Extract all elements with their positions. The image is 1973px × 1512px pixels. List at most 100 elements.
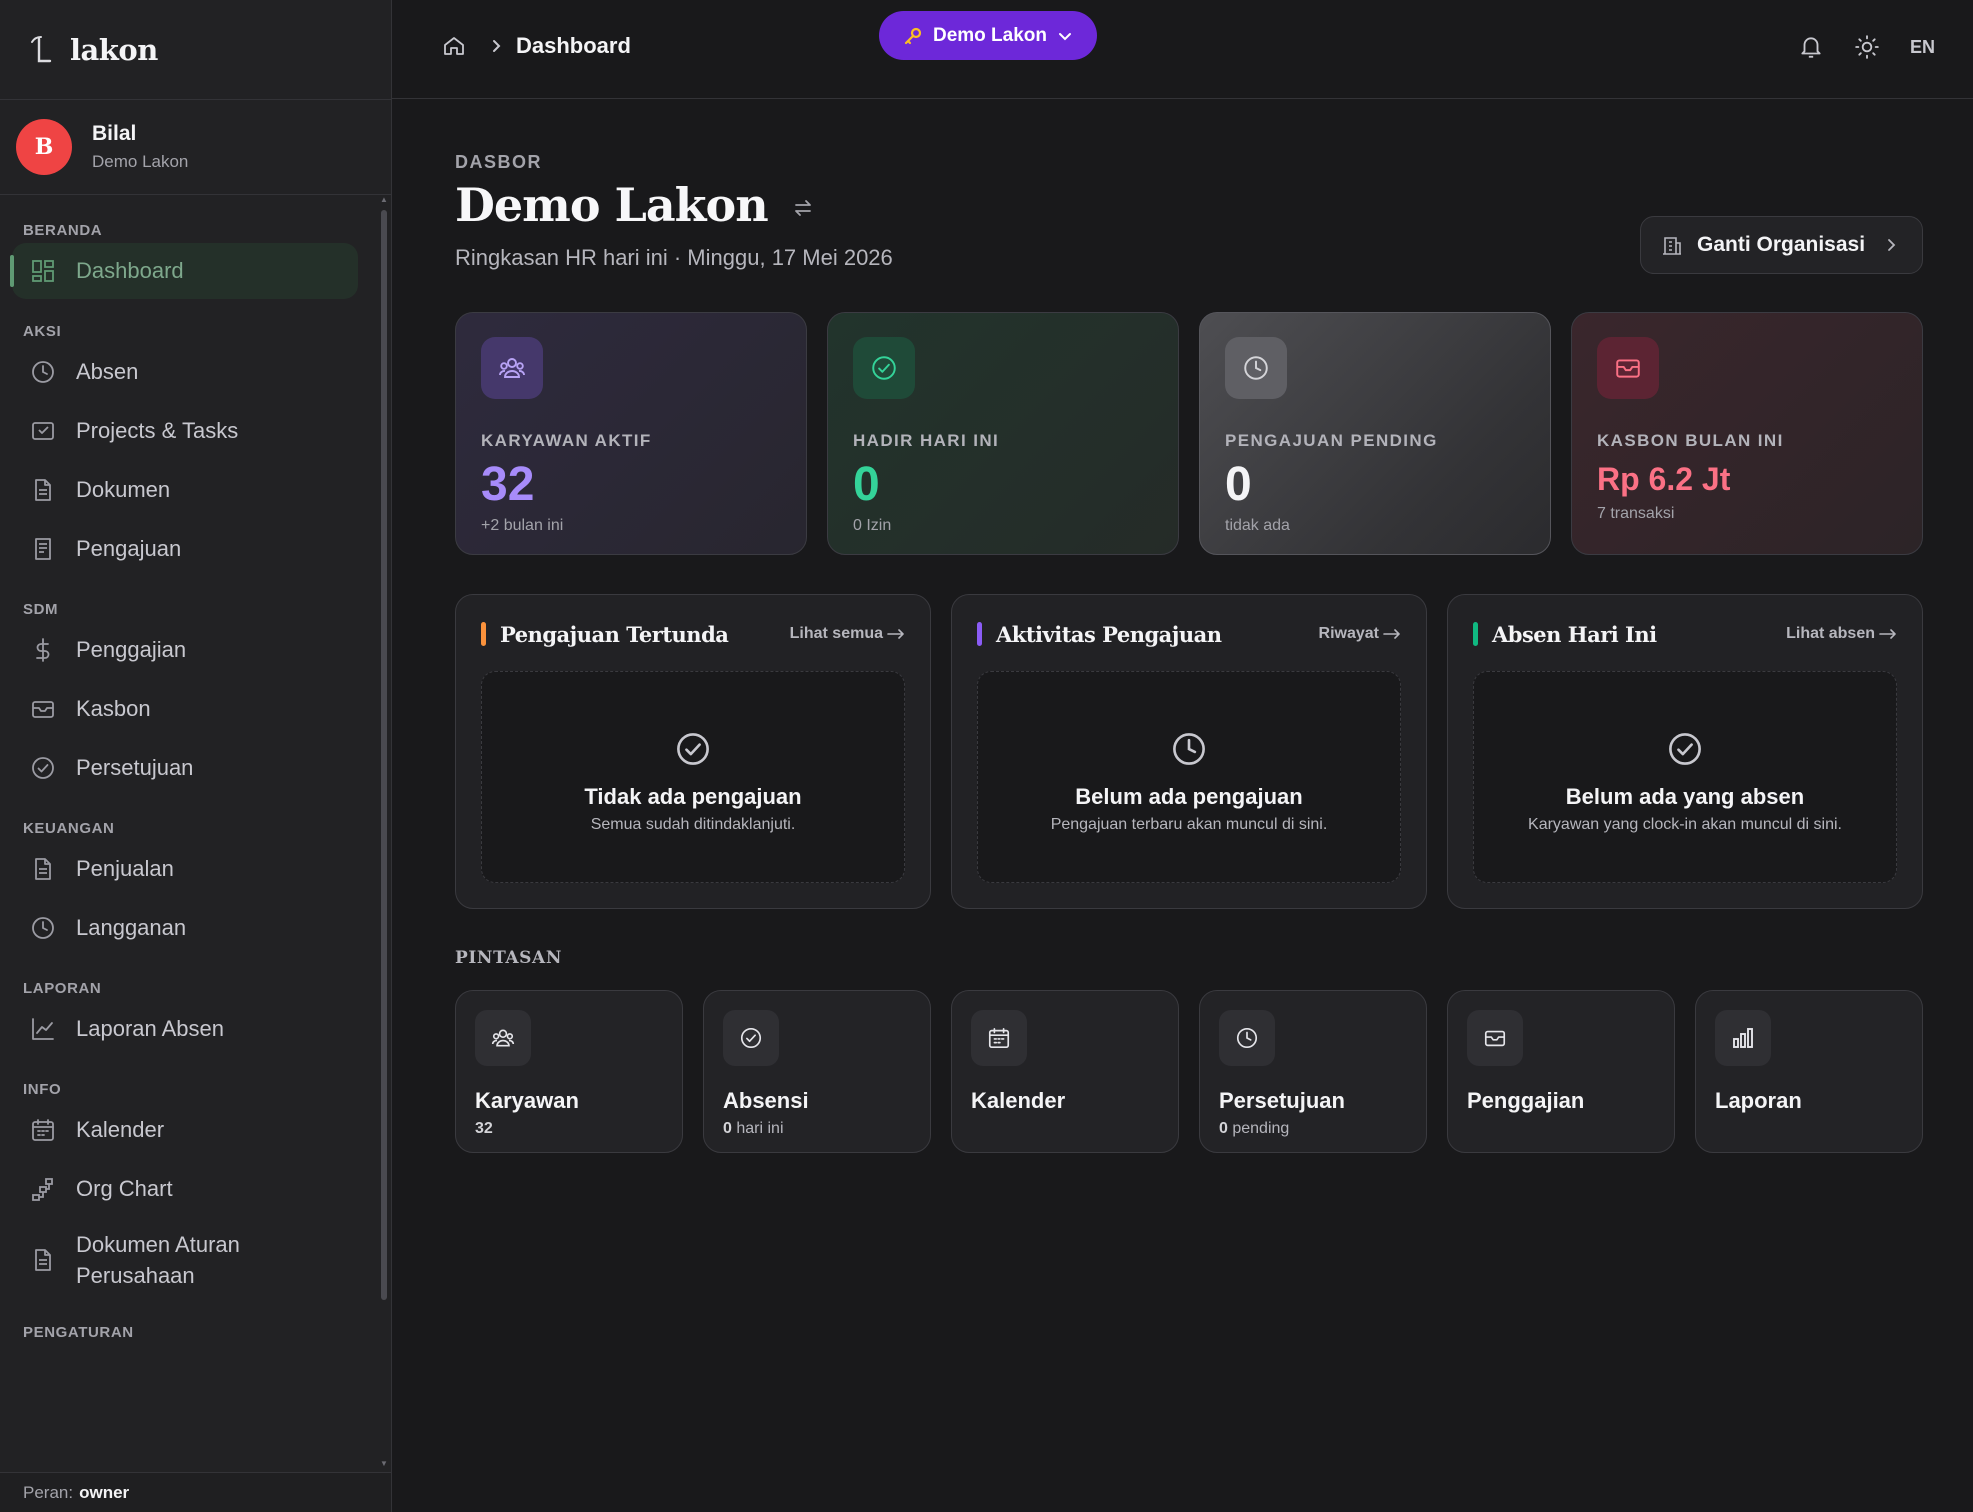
shortcut-title: Kalender xyxy=(971,1088,1066,1113)
shortcut-title: Karyawan xyxy=(475,1088,579,1113)
page-kicker: DASBOR xyxy=(455,152,543,172)
sidebar-item-label: Laporan Absen xyxy=(76,1016,225,1041)
sidebar-item-laporan-absen[interactable]: Laporan Absen xyxy=(12,1001,358,1057)
activity-panels: Pengajuan Tertunda Lihat semua Tidak ada p… xyxy=(455,594,1923,909)
panel-header: Aktivitas Pengajuan Riwayat xyxy=(977,619,1401,649)
sidebar-item-label: Kalender xyxy=(76,1117,165,1142)
sidebar-item-dashboard[interactable]: Dashboard xyxy=(10,243,358,299)
shortcut-kalender[interactable]: Kalender xyxy=(951,990,1179,1153)
panel-title: Pengajuan Tertunda xyxy=(500,621,729,647)
empty-state: Tidak ada pengajuan Semua sudah ditindakl… xyxy=(481,671,905,883)
org-selector-button[interactable]: Demo Lakon xyxy=(879,11,1097,60)
sidebar-item-org-chart[interactable]: Org Chart xyxy=(12,1161,358,1217)
stat-value: 0 xyxy=(1225,458,1252,511)
empty-state-subtitle: Pengajuan terbaru akan muncul di sini. xyxy=(1050,816,1328,833)
clock-icon xyxy=(30,359,56,385)
check-circle-icon xyxy=(1666,730,1704,768)
dollar-icon xyxy=(30,637,56,663)
receipt-icon xyxy=(30,536,56,562)
scroll-down-arrow[interactable]: ▼ xyxy=(380,1460,388,1468)
stat-label: KASBON BULAN INI xyxy=(1597,431,1784,450)
page-title: Demo Lakon xyxy=(455,178,769,232)
clock-icon xyxy=(1225,337,1287,399)
panel-header: Absen Hari Ini Lihat absen xyxy=(1473,619,1897,649)
shortcut-penggajian[interactable]: Penggajian xyxy=(1447,990,1675,1153)
clock-icon xyxy=(1219,1010,1275,1066)
user-name: Bilal xyxy=(92,122,137,145)
stat-card-karyawan-aktif[interactable]: KARYAWAN AKTIF 32 +2 bulan ini xyxy=(455,312,807,555)
sidebar-item-label: Pengajuan xyxy=(76,536,182,561)
scroll-thumb[interactable] xyxy=(381,210,387,1300)
sidebar-item-absen[interactable]: Absen xyxy=(12,344,358,400)
user-org: Demo Lakon xyxy=(92,152,189,171)
check-circle-icon xyxy=(723,1010,779,1066)
topbar: Dashboard Demo Lakon EN xyxy=(392,0,1973,99)
panel-title: Aktivitas Pengajuan xyxy=(996,621,1222,647)
line-chart-icon xyxy=(30,1016,56,1042)
stat-card-kasbon-bulan-ini[interactable]: KASBON BULAN INI Rp 6.2 Jt 7 transaksi xyxy=(1571,312,1923,555)
arrow-right-icon xyxy=(1383,629,1400,639)
brand-name: lakon xyxy=(70,32,158,67)
shortcut-laporan[interactable]: Laporan xyxy=(1695,990,1923,1153)
document-icon xyxy=(30,477,56,503)
switch-organization-button[interactable]: Ganti Organisasi xyxy=(1640,216,1923,274)
empty-state: Belum ada pengajuan Pengajuan terbaru aka… xyxy=(977,671,1401,883)
nav-section-title: BERANDA xyxy=(23,222,103,239)
panel-absen-hari-ini: Absen Hari Ini Lihat absen Belum ada yang … xyxy=(1447,594,1923,909)
breadcrumb: Dashboard xyxy=(442,33,631,59)
stat-card-pengajuan-pending[interactable]: PENGAJUAN PENDING 0 tidak ada xyxy=(1199,312,1551,555)
sidebar-item-label: Langganan xyxy=(76,915,187,940)
shortcut-sub-label: pending xyxy=(1232,1120,1290,1137)
nav-section-title: KEUANGAN xyxy=(23,820,115,837)
dashboard-icon xyxy=(30,258,56,284)
stat-value: 0 xyxy=(853,458,880,511)
sun-icon[interactable] xyxy=(1854,34,1880,60)
sidebar-item-dokumen[interactable]: Dokumen xyxy=(12,462,358,518)
panel-link-label: Lihat semua xyxy=(789,625,883,642)
stat-label: HADIR HARI INI xyxy=(853,431,1000,450)
nav-section-title: LAPORAN xyxy=(23,980,102,997)
panel-link[interactable]: Lihat semua xyxy=(790,625,905,643)
empty-state-title: Tidak ada pengajuan xyxy=(584,784,802,809)
brand[interactable]: lakon xyxy=(0,0,391,100)
sidebar-item-dokumen-aturan-perusahaan[interactable]: Dokumen Aturan Perusahaan xyxy=(12,1220,358,1300)
user-profile[interactable]: B Bilal Demo Lakon xyxy=(0,100,391,195)
clock-icon xyxy=(30,915,56,941)
swap-icon[interactable] xyxy=(792,197,814,219)
sidebar-item-langganan[interactable]: Langganan xyxy=(12,900,358,956)
bell-icon[interactable] xyxy=(1798,34,1824,60)
users-icon xyxy=(481,337,543,399)
sidebar-item-penjualan[interactable]: Penjualan xyxy=(12,841,358,897)
shortcut-count: 0 xyxy=(1219,1120,1228,1137)
home-icon[interactable] xyxy=(442,34,466,58)
sidebar-scrollbar[interactable]: ▲ ▼ xyxy=(380,196,388,1468)
stat-note: +2 bulan ini xyxy=(481,517,564,534)
panel-link[interactable]: Lihat absen xyxy=(1786,625,1897,643)
sidebar-item-projects-tasks[interactable]: Projects & Tasks xyxy=(12,403,358,459)
wallet-icon xyxy=(1467,1010,1523,1066)
shortcut-persetujuan[interactable]: Persetujuan 0 pending xyxy=(1199,990,1427,1153)
empty-state: Belum ada yang absen Karyawan yang clock-… xyxy=(1473,671,1897,883)
language-toggle[interactable]: EN xyxy=(1910,37,1935,58)
sidebar-nav: BERANDA Dashboard AKSI Absen Projects & Task… xyxy=(0,196,378,1472)
org-selector-label: Demo Lakon xyxy=(932,24,1048,46)
sidebar-item-kalender[interactable]: Kalender xyxy=(12,1102,358,1158)
sidebar-item-pengajuan[interactable]: Pengajuan xyxy=(12,521,358,577)
chevron-right-icon xyxy=(488,38,504,54)
sidebar-item-label: Penjualan xyxy=(76,856,174,881)
sidebar-item-kasbon[interactable]: Kasbon xyxy=(12,681,358,737)
shortcut-subtitle: 32 xyxy=(475,1120,663,1138)
stat-value: Rp 6.2 Jt xyxy=(1597,461,1731,497)
stat-card-hadir-hari-ini[interactable]: HADIR HARI INI 0 0 Izin xyxy=(827,312,1179,555)
sidebar: lakon B Bilal Demo Lakon BERANDA Dashboar… xyxy=(0,0,392,1512)
calendar-icon xyxy=(30,1117,56,1143)
sidebar-item-penggajian[interactable]: Penggajian xyxy=(12,622,358,678)
sidebar-item-persetujuan[interactable]: Persetujuan xyxy=(12,740,358,796)
panel-link[interactable]: Riwayat xyxy=(1319,625,1401,643)
empty-state-subtitle: Karyawan yang clock-in akan muncul di si… xyxy=(1528,816,1842,833)
scroll-up-arrow[interactable]: ▲ xyxy=(380,196,388,204)
shortcut-karyawan[interactable]: Karyawan 32 xyxy=(455,990,683,1153)
shortcut-absensi[interactable]: Absensi 0 hari ini xyxy=(703,990,931,1153)
sidebar-item-label: Penggajian xyxy=(76,637,187,662)
stat-note: tidak ada xyxy=(1225,517,1290,534)
